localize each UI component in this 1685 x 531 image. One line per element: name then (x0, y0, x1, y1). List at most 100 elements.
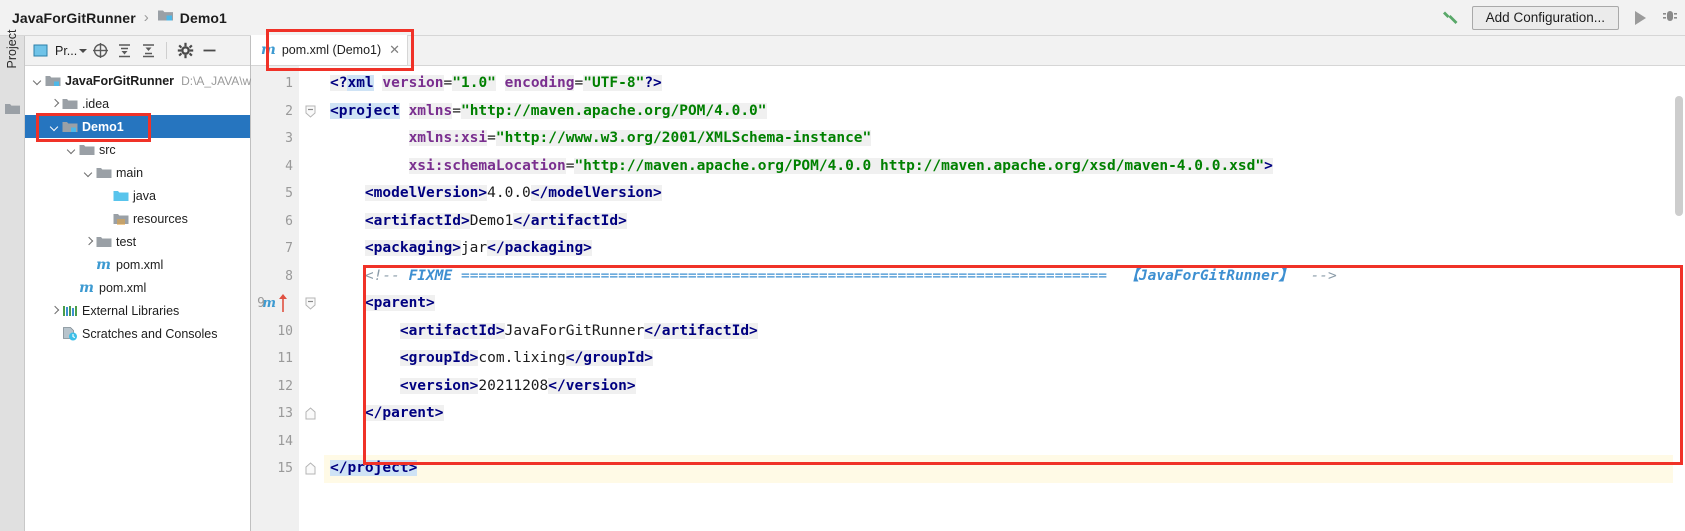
add-configuration-button[interactable]: Add Configuration... (1471, 5, 1619, 30)
editor-scrollbar-vertical[interactable] (1673, 96, 1685, 531)
code-line[interactable]: <groupId>com.lixing</groupId> (324, 345, 1685, 373)
code-line[interactable]: <project xmlns="http://maven.apache.org/… (324, 98, 1685, 126)
tab-pom-xml[interactable]: m pom.xml (Demo1) ✕ (251, 35, 409, 65)
toolbar-divider (166, 42, 168, 59)
navigation-bar: JavaForGitRunner › Demo1 Add Configurati… (0, 0, 1685, 36)
code-token: 【JavaForGitRunner】 (1106, 267, 1294, 284)
project-view-selector[interactable]: Pr... (55, 44, 88, 58)
code-token: <artifactId> (399, 322, 505, 339)
debug-icon[interactable] (1661, 7, 1679, 29)
collapse-all-icon[interactable] (139, 42, 157, 60)
chevron-down-icon[interactable] (48, 120, 61, 133)
tree-node-demo1[interactable]: Demo1 (25, 115, 250, 138)
fold-region-marker (299, 455, 324, 483)
code-line[interactable]: xsi:schemaLocation="http://maven.apache.… (324, 153, 1685, 181)
code-line[interactable]: <parent> (324, 290, 1685, 318)
code-line[interactable]: <packaging>jar</packaging> (324, 235, 1685, 263)
line-number: 8 (285, 268, 293, 284)
code-token: xmlns (408, 102, 453, 119)
code-token: 20211208 (478, 377, 549, 394)
code-line[interactable]: <version>20211208</version> (324, 373, 1685, 401)
code-token: </packaging> (487, 240, 592, 256)
code-token: encoding (504, 75, 575, 91)
code-editor[interactable]: 1 2 3 4 5 6 7 8 m 9 10 11 12 13 14 15 <?xml version="1.… (251, 66, 1685, 531)
locate-icon[interactable] (91, 42, 109, 60)
code-token: </groupId> (565, 350, 654, 366)
breadcrumb-item-module[interactable]: Demo1 (157, 8, 227, 28)
stripe-button-project[interactable]: Project (5, 18, 19, 80)
chevron-right-icon[interactable] (82, 235, 95, 248)
chevron-down-icon (79, 48, 88, 53)
code-line[interactable]: <artifactId>JavaForGitRunner</artifactId… (324, 318, 1685, 346)
tree-node-java[interactable]: java (25, 184, 250, 207)
breadcrumb-item-project[interactable]: JavaForGitRunner (12, 10, 136, 26)
close-icon[interactable]: ✕ (389, 42, 400, 58)
maven-file-icon: m (261, 42, 276, 58)
run-triangle-icon[interactable] (1629, 7, 1651, 29)
code-line[interactable]: <?xml version="1.0" encoding="UTF-8"?> (324, 70, 1685, 98)
line-number: 5 (285, 186, 293, 201)
folder-icon (78, 141, 95, 158)
chevron-right-icon[interactable] (48, 304, 61, 317)
line-number: 15 (277, 461, 293, 476)
hammer-icon[interactable] (1440, 7, 1462, 29)
code-line[interactable]: </parent> (324, 400, 1685, 428)
tree-node-scratches-and-consoles[interactable]: Scratches and Consoles (25, 322, 250, 345)
scrollbar-thumb[interactable] (1675, 96, 1683, 216)
tree-node-external-libraries[interactable]: External Libraries (25, 299, 250, 322)
fold-region-marker (299, 180, 324, 208)
tree-node-label: JavaForGitRunner (65, 73, 175, 88)
tree-node-test[interactable]: test (25, 230, 250, 253)
code-token: = (574, 75, 584, 91)
tree-node-pom-xml[interactable]: m pom.xml (25, 276, 250, 299)
line-number: 3 (285, 131, 293, 146)
tree-node-javaforgitrunner[interactable]: JavaForGitRunner D:\A_JAVA\wo (25, 69, 258, 92)
chevron-down-icon[interactable] (65, 143, 78, 156)
code-token: jar (460, 240, 488, 256)
code-line[interactable] (324, 428, 1685, 456)
chevron-down-icon[interactable] (31, 74, 44, 87)
editor-area: m pom.xml (Demo1) ✕ 1 2 3 4 5 6 7 8 m 9 10 11 12 13 14… (251, 35, 1685, 531)
code-token: "http://maven.apache.org/POM/4.0.0 http:… (574, 157, 1265, 174)
code-line[interactable]: <modelVersion>4.0.0</modelVersion> (324, 180, 1685, 208)
tree-node-pom-xml[interactable]: m pom.xml (25, 253, 250, 276)
chevron-right-icon[interactable] (48, 97, 61, 110)
code-token: = (443, 75, 453, 91)
idea-window: JavaForGitRunner › Demo1 Add Configurati… (0, 0, 1685, 531)
folder-icon[interactable] (4, 102, 21, 121)
fold-collapse-icon[interactable] (305, 297, 316, 310)
fold-region-marker (299, 263, 324, 291)
tree-node-label: Demo1 (82, 119, 124, 134)
code-line[interactable]: xmlns:xsi="http://www.w3.org/2001/XMLSch… (324, 125, 1685, 153)
module-folder-icon (157, 8, 174, 28)
expand-all-icon[interactable] (115, 42, 133, 60)
project-view-icon[interactable] (31, 42, 49, 60)
tree-node-main[interactable]: main (25, 161, 250, 184)
tree-node-label: java (133, 188, 156, 203)
code-line[interactable]: <artifactId>Demo1</artifactId> (324, 208, 1685, 236)
hide-minus-icon[interactable] (200, 42, 218, 60)
tree-node-resources[interactable]: resources (25, 207, 250, 230)
fold-collapse-icon[interactable] (305, 105, 316, 118)
fold-region-marker (299, 153, 324, 181)
line-number: 13 (277, 406, 293, 421)
fold-end-icon[interactable] (305, 407, 316, 420)
code-token: version (382, 75, 444, 91)
fold-marker-column[interactable] (298, 66, 324, 531)
libraries-icon (61, 302, 78, 319)
settings-gear-icon[interactable] (176, 42, 194, 60)
fold-end-icon[interactable] (305, 462, 316, 475)
project-tree: JavaForGitRunner D:\A_JAVA\wo .idea Demo1 sr… (25, 66, 258, 345)
tree-node-src[interactable]: src (25, 138, 250, 161)
code-line[interactable]: <!-- FIXME =============================… (324, 263, 1685, 291)
code-line[interactable]: </project> (324, 455, 1685, 483)
chevron-down-icon[interactable] (82, 166, 95, 179)
tree-node-idea[interactable]: .idea (25, 92, 250, 115)
code-content[interactable]: <?xml version="1.0" encoding="UTF-8"?> <p… (324, 66, 1685, 531)
folder-icon (61, 95, 78, 112)
